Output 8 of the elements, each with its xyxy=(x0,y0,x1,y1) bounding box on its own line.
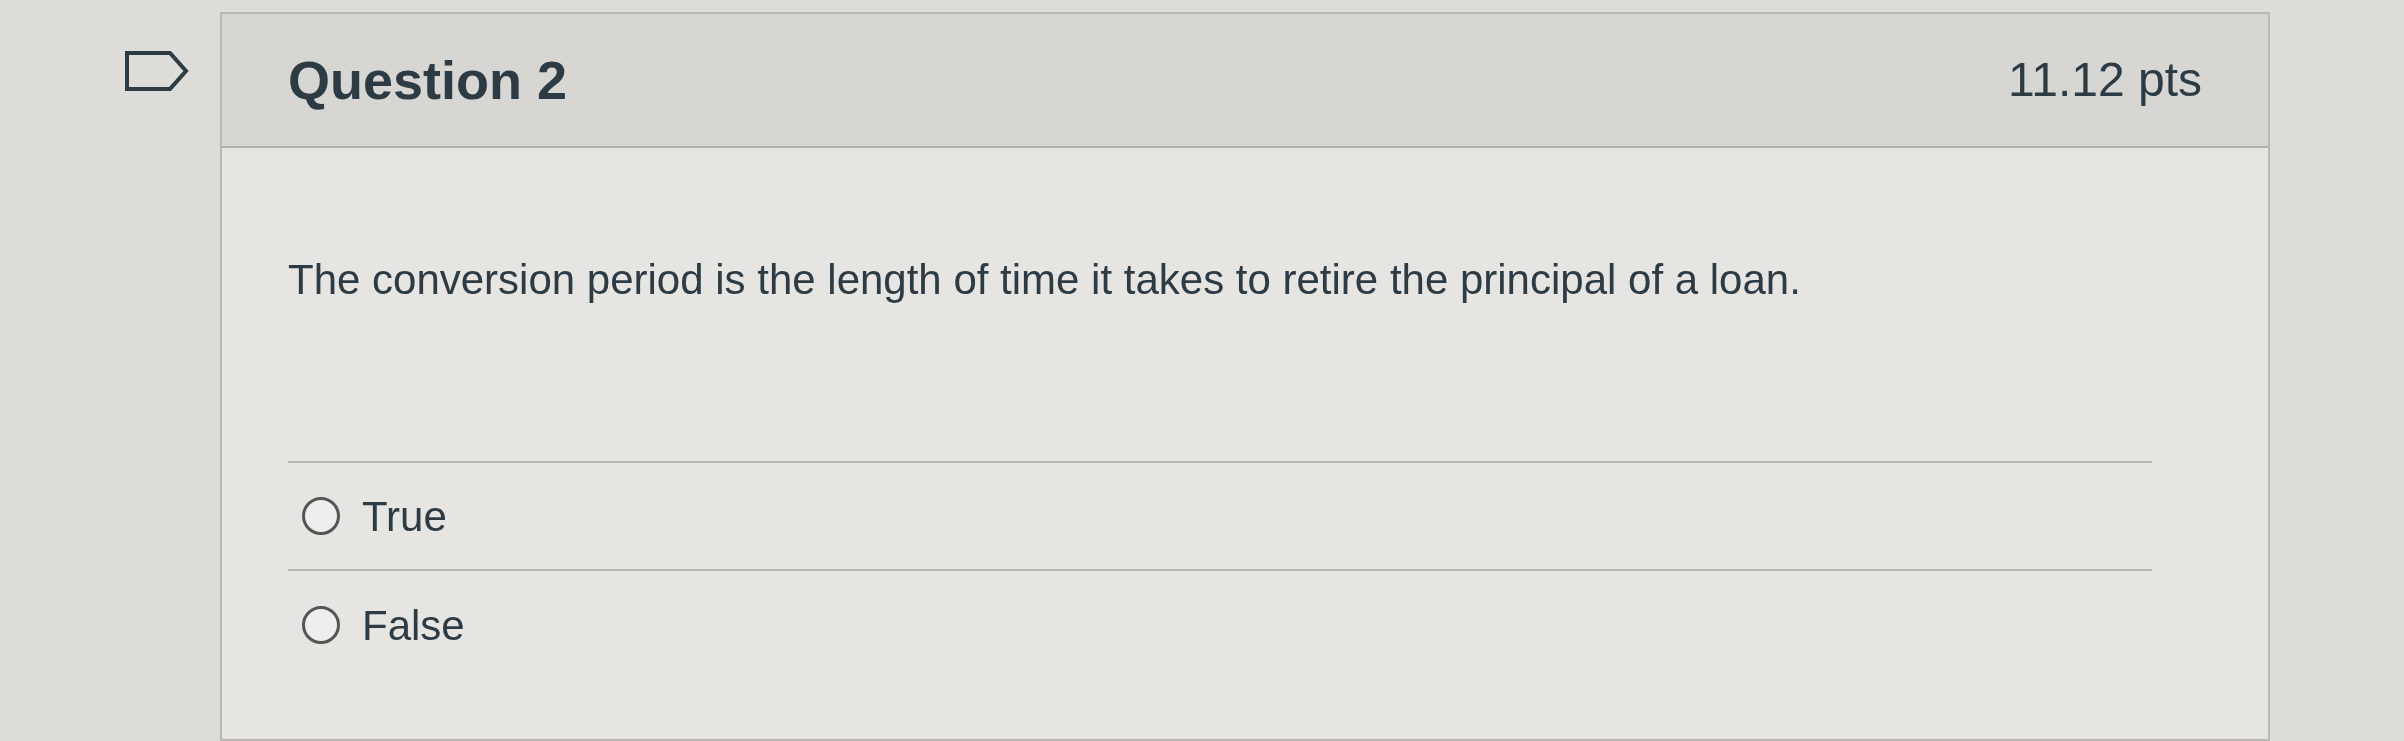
answer-label[interactable]: False xyxy=(362,593,465,657)
points: 11.12 pts xyxy=(2008,52,2202,108)
radio-button[interactable] xyxy=(302,497,340,535)
radio-button[interactable] xyxy=(302,606,340,644)
question-title: Question 2 xyxy=(288,48,568,112)
answer-label[interactable]: True xyxy=(362,484,447,548)
question-text: The conversion period is the length of time it takes to retire the principal of a loan. xyxy=(288,255,1802,305)
flag-icon[interactable] xyxy=(124,50,190,92)
